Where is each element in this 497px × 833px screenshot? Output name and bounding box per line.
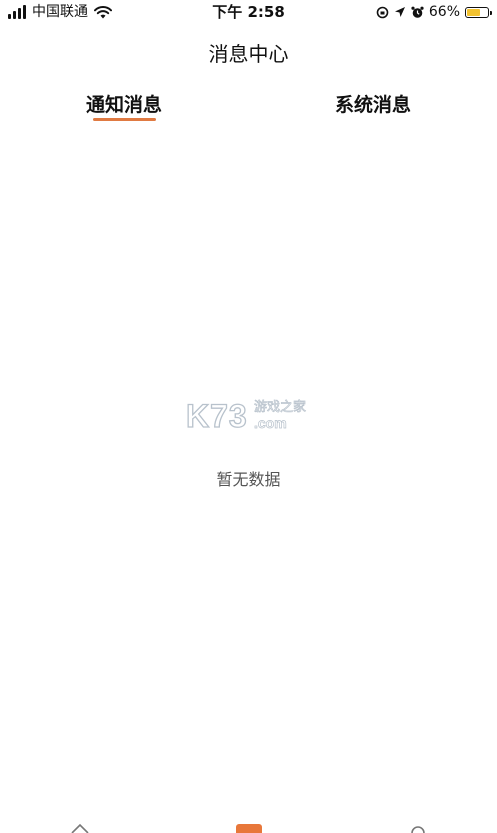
home-icon[interactable] bbox=[70, 823, 90, 833]
alarm-icon bbox=[411, 6, 424, 18]
battery-fill bbox=[467, 8, 480, 16]
empty-state-text: 暂无数据 bbox=[216, 470, 281, 489]
location-arrow-icon bbox=[394, 7, 405, 17]
watermark-main: K73 bbox=[186, 398, 248, 434]
bottom-nav bbox=[0, 821, 497, 833]
center-tab-icon[interactable] bbox=[236, 824, 262, 833]
tab-system[interactable]: 系统消息 bbox=[333, 90, 413, 117]
status-right: 66% bbox=[376, 4, 492, 20]
battery-icon bbox=[465, 6, 492, 18]
profile-icon[interactable] bbox=[408, 823, 428, 833]
watermark-logo: K73 游戏之家 .com bbox=[186, 397, 306, 434]
watermark-sub: 游戏之家 bbox=[254, 399, 306, 415]
rotation-lock-icon bbox=[376, 6, 389, 18]
battery-percent: 66% bbox=[428, 4, 460, 20]
page-title: 消息中心 bbox=[208, 42, 289, 66]
status-bar: 中国联通 下午 2:58 66% bbox=[0, 0, 497, 26]
tab-notice[interactable]: 通知消息 bbox=[84, 90, 164, 117]
watermark-domain: .com bbox=[254, 415, 287, 431]
active-tab-indicator bbox=[93, 118, 156, 121]
